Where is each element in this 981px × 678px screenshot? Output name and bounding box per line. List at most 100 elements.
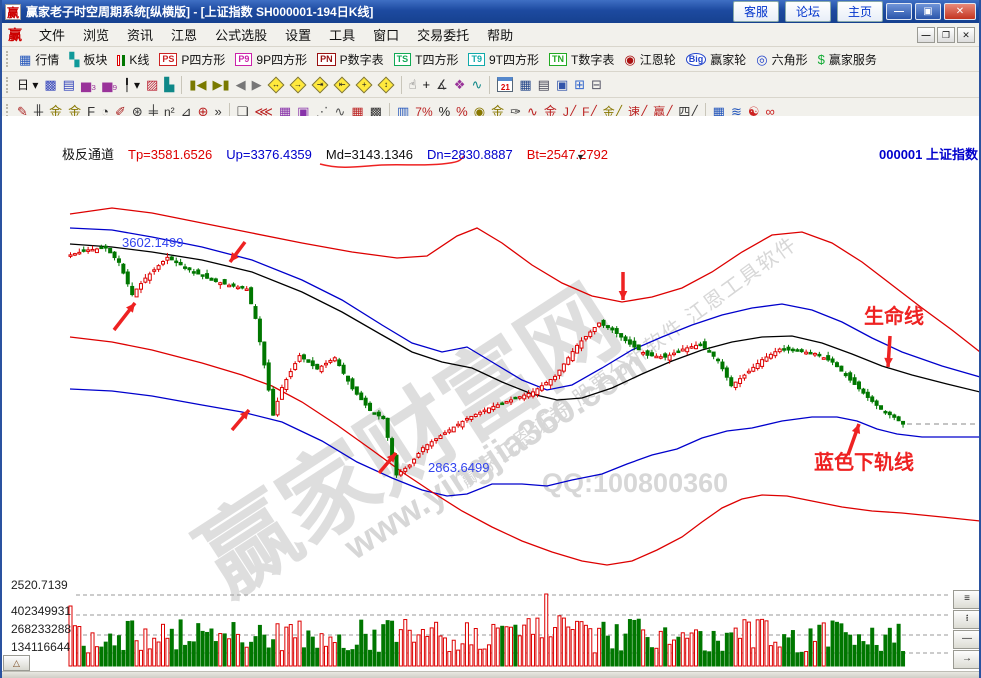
gann-wheel-button[interactable]: ◉江恩轮 (619, 49, 680, 70)
blue-lower-rail-annotation: 蓝色下轨线 (814, 446, 914, 475)
compress-1-button[interactable]: — (953, 630, 981, 649)
bars3-button[interactable]: ▅₃ (78, 74, 99, 95)
life-line-annotation: 生命线 (864, 300, 924, 329)
homepage-link[interactable]: 主页 (837, 1, 883, 22)
menu-交易委托[interactable]: 交易委托 (408, 26, 478, 45)
prev-bar-button[interactable]: ◀ (233, 74, 249, 95)
toolbar-navigation: 日 ▾▩▤▅₃▅₉╿ ▾▨▙▮◀▶▮◀▶↔→⇥⇤+↕☝+∡❖∿21▦▤▣⊞⊟ (2, 72, 979, 98)
t-table-button[interactable]: TNT数字表 (544, 49, 619, 70)
compress-view-button[interactable]: ▩ (41, 74, 59, 95)
calendar-button[interactable]: 21 (494, 74, 516, 95)
p-square-button[interactable]: PSP四方形 (154, 49, 230, 70)
glyph-icon: ⊞ (574, 78, 585, 91)
diamond-arrow-icon: ⇤ (333, 76, 350, 93)
glyph-icon: ▦ (519, 78, 531, 91)
glyph-icon: ▶ (252, 78, 262, 91)
quotes-button[interactable]: ▦行情 (14, 49, 64, 70)
glyph-icon: ▩ (44, 78, 56, 91)
first-bar-button[interactable]: ▮◀ (186, 74, 209, 95)
menu-设置[interactable]: 设置 (276, 26, 320, 45)
9t-square-button[interactable]: T99T四方形 (463, 49, 544, 70)
diamond-in-button[interactable]: ⇥ (309, 74, 331, 95)
crosshair-tool-button[interactable]: + (420, 74, 434, 95)
bars9-button[interactable]: ▅₉ (99, 74, 120, 95)
diamond-h-button[interactable]: ↔ (265, 74, 287, 95)
mdi-restore-button[interactable]: ❐ (937, 27, 955, 43)
menu-bar: 赢 文件浏览资讯江恩公式选股设置工具窗口交易委托帮助 —❐✕ (2, 23, 979, 47)
volume-scale-label: 402349931 (11, 604, 71, 618)
badge-icon: P9 (235, 53, 252, 66)
winner-wheel-button[interactable]: Big赢家轮 (681, 49, 752, 70)
wave-tool-button[interactable]: ∿ (468, 74, 485, 95)
minimize-button[interactable]: — (886, 3, 912, 20)
close-button[interactable]: ✕ (944, 3, 976, 20)
badge-icon: T9 (468, 53, 485, 66)
menu-帮助[interactable]: 帮助 (478, 26, 522, 45)
candle-style-dropdown[interactable]: ╿ ▾ (120, 74, 143, 95)
toolbar-button-label: 江恩轮 (640, 51, 676, 68)
t-square-button[interactable]: TST四方形 (389, 49, 464, 70)
compress-3-button[interactable]: ≡ (953, 590, 981, 609)
indicator-value: Up=3376.4359 (226, 147, 312, 162)
print-button[interactable]: ⊟ (588, 74, 605, 95)
hand-tool-button[interactable]: ☝ (406, 74, 420, 95)
glyph-icon: ▨ (146, 78, 158, 91)
diamond-cross-button[interactable]: + (353, 74, 375, 95)
9p-square-button[interactable]: P99P四方形 (230, 49, 312, 70)
dropdown-caret-icon[interactable]: ▼ (576, 152, 585, 162)
menu-资讯[interactable]: 资讯 (118, 26, 162, 45)
info-panel-button[interactable]: ▤ (60, 74, 78, 95)
maximize-button[interactable]: ▣ (915, 3, 941, 20)
menu-logo-icon: 赢 (8, 25, 22, 45)
forum-link[interactable]: 论坛 (785, 1, 831, 22)
gann-tool-button[interactable]: ❖ (451, 74, 469, 95)
glyph-icon: ▤ (63, 78, 75, 91)
next-bar-button[interactable]: ▶ (249, 74, 265, 95)
menu-公式选股[interactable]: 公式选股 (206, 26, 276, 45)
indicator-name: 极反通道 (62, 147, 114, 162)
p-table-button[interactable]: PNP数字表 (312, 49, 389, 70)
compress-2-button[interactable]: ᎒ (953, 610, 981, 629)
diamond-out-button[interactable]: ⇤ (331, 74, 353, 95)
histogram-button[interactable]: ▙ (161, 74, 177, 95)
period-day-dropdown[interactable]: 日 ▾ (14, 74, 41, 95)
diamond-expand-button[interactable]: ↕ (375, 74, 397, 95)
shift-right-button[interactable]: → (953, 650, 981, 669)
text-icon: 日 ▾ (17, 76, 38, 93)
kline-icon (117, 52, 125, 66)
sectors-button[interactable]: ▚板块 (64, 49, 112, 70)
save-button[interactable]: ▣ (553, 74, 571, 95)
mdi-close-button[interactable]: ✕ (957, 27, 975, 43)
menu-工具[interactable]: 工具 (320, 26, 364, 45)
calendar-icon: 21 (497, 77, 513, 92)
pattern-red-button[interactable]: ▨ (143, 74, 161, 95)
indicator-value: Bt=2547.2792 (527, 147, 608, 162)
menu-窗口[interactable]: 窗口 (364, 26, 408, 45)
export-button[interactable]: ⊞ (571, 74, 588, 95)
menu-江恩[interactable]: 江恩 (162, 26, 206, 45)
chart-area[interactable]: 赢家财富网 www.yingjia360.com 赢家江恩证券 股票分析软件 江… (2, 116, 981, 671)
last-bar-button[interactable]: ▶▮ (209, 74, 232, 95)
app-window: 赢 赢家老子时空周期系统[纵横版] - [上证指数 SH000001-194日K… (0, 0, 981, 678)
status-bar (2, 671, 979, 678)
toolbar-button-label: K线 (129, 51, 149, 68)
glyph-icon: ◀ (236, 78, 246, 91)
menu-文件[interactable]: 文件 (30, 26, 74, 45)
expand-volume-pane-button[interactable]: △ (3, 655, 30, 671)
volume-scale-label: 268233288 (11, 622, 71, 636)
watermark-brand: 赢家财富网 (168, 248, 641, 622)
diamond-right-button[interactable]: → (287, 74, 309, 95)
mdi-minimize-button[interactable]: — (917, 27, 935, 43)
hexagon-button[interactable]: ◎六角形 (751, 49, 812, 70)
kline-button[interactable]: K线 (112, 49, 154, 70)
toolbar-button-label: T四方形 (415, 51, 458, 68)
angle-tool-button[interactable]: ∡ (433, 74, 451, 95)
customer-service-link[interactable]: 客服 (733, 1, 779, 22)
notes-button[interactable]: ▤ (535, 74, 553, 95)
badge-icon: PS (159, 53, 177, 66)
glyph-icon: ∿ (471, 78, 482, 91)
calculator-button[interactable]: ▦ (516, 74, 534, 95)
winner-service-button[interactable]: $赢家服务 (813, 49, 882, 70)
menu-浏览[interactable]: 浏览 (74, 26, 118, 45)
glyph-icon: ❖ (454, 78, 466, 91)
